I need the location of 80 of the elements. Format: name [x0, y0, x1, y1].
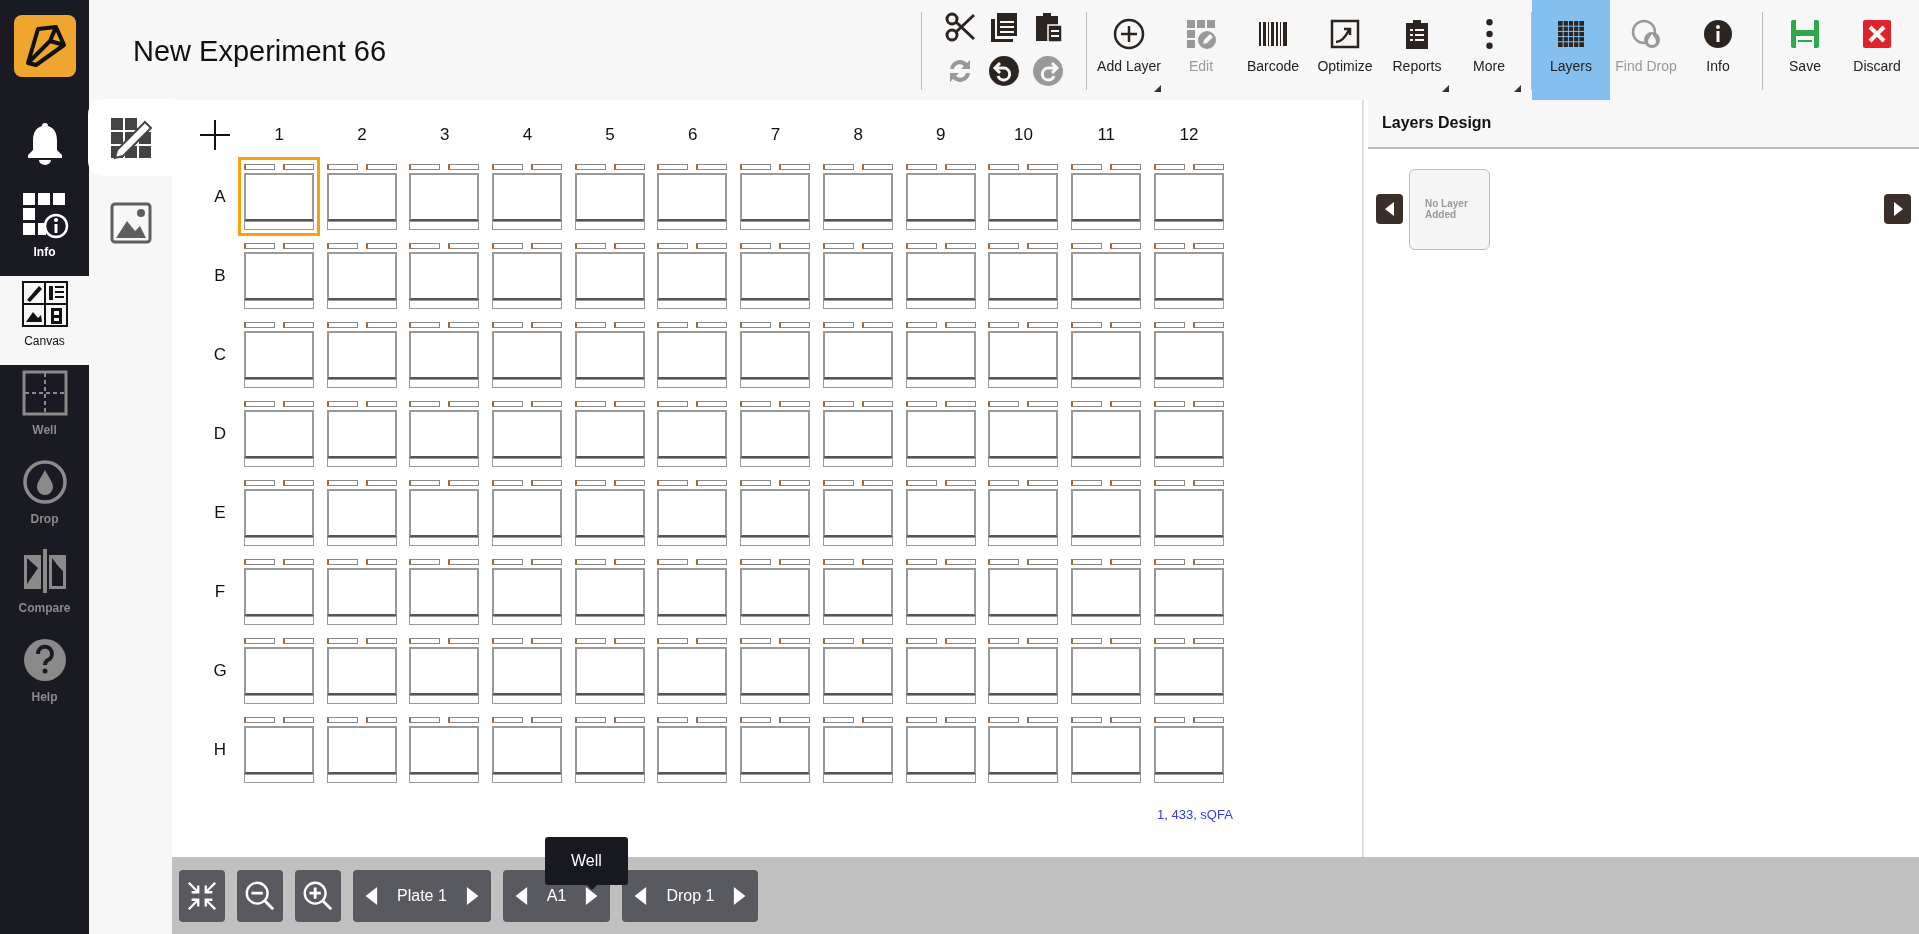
- row-label: D: [212, 422, 228, 445]
- zoom-in-button[interactable]: [295, 869, 341, 922]
- column-label: 6: [687, 123, 699, 146]
- right-triangle-icon: [584, 886, 599, 905]
- next-button[interactable]: [732, 886, 747, 905]
- reports-button[interactable]: Reports: [1381, 0, 1453, 100]
- next-button[interactable]: [1884, 194, 1911, 224]
- scissors-icon: [944, 11, 976, 43]
- grid-pencil-icon: [1185, 18, 1217, 50]
- grid-pencil-icon: [108, 115, 153, 160]
- previous-button[interactable]: [1376, 194, 1403, 224]
- grid-info-icon: [20, 191, 69, 239]
- navigator-label: Drop 1: [666, 886, 715, 905]
- next-button[interactable]: [584, 886, 599, 905]
- navigator-label: A1: [546, 886, 567, 905]
- row-label: B: [213, 264, 227, 287]
- previous-button[interactable]: [365, 886, 379, 905]
- row-label: C: [212, 343, 228, 366]
- left-triangle-icon: [514, 886, 529, 905]
- discard-button[interactable]: Discard: [1841, 0, 1913, 100]
- tooltip-pointer-icon: [585, 883, 599, 890]
- empty-layer-card: No Layer Added: [1409, 168, 1490, 250]
- panel-title: Layers Design: [1368, 100, 1919, 149]
- close-icon: [1861, 18, 1893, 50]
- drop-icon: [20, 458, 69, 506]
- magnifier-drop-icon: [1630, 18, 1662, 50]
- previous-button[interactable]: [634, 886, 649, 905]
- vertical-dots-icon: [1484, 18, 1494, 50]
- right-triangle-icon: [1892, 202, 1903, 216]
- column-label: 1: [273, 123, 286, 146]
- left-triangle-icon: [365, 886, 379, 905]
- undo-icon: [988, 55, 1020, 87]
- column-label: 3: [439, 123, 451, 146]
- image-icon: [108, 200, 153, 245]
- column-label: 4: [521, 123, 534, 146]
- plus-icon: [200, 119, 230, 150]
- row-label: G: [212, 659, 228, 682]
- tooltip: Well: [545, 837, 628, 885]
- left-triangle-icon: [1384, 202, 1395, 216]
- row-label: F: [213, 580, 227, 603]
- right-triangle-icon: [464, 886, 479, 905]
- more-button[interactable]: More: [1453, 0, 1525, 100]
- fit-to-screen-button[interactable]: [179, 869, 225, 922]
- right-triangle-icon: [732, 886, 747, 905]
- layers-button[interactable]: Layers: [1532, 0, 1610, 100]
- barcode-button[interactable]: Barcode: [1237, 0, 1309, 100]
- info-icon: [1702, 18, 1734, 50]
- column-label: 8: [852, 123, 864, 146]
- sidebar-nav-item[interactable]: Info: [0, 187, 89, 276]
- column-label: 11: [1096, 123, 1117, 146]
- row-label: A: [213, 185, 227, 208]
- save-button[interactable]: Save: [1769, 0, 1841, 100]
- column-label: 10: [1013, 123, 1034, 146]
- column-label: 7: [769, 123, 782, 146]
- column-label: 5: [604, 123, 616, 146]
- redo-icon: [1032, 55, 1064, 87]
- plate-well[interactable]: [238, 157, 320, 236]
- experiment-title: New Experiment 66: [133, 35, 388, 69]
- row-label: E: [213, 501, 227, 524]
- canvas-tab[interactable]: [89, 100, 172, 175]
- copy-icon: [988, 11, 1020, 43]
- app-logo-icon: [13, 15, 76, 77]
- column-label: 9: [935, 123, 947, 146]
- next-button[interactable]: [464, 886, 479, 905]
- optimize-button[interactable]: Optimize: [1309, 0, 1381, 100]
- sidebar-nav-item[interactable]: Canvas: [0, 276, 89, 365]
- row-label: H: [212, 738, 228, 761]
- grid-icon: [1555, 18, 1587, 50]
- column-label: 2: [356, 123, 368, 146]
- well-grid-icon: [20, 369, 69, 417]
- left-triangle-icon: [634, 886, 649, 905]
- add-layer-button[interactable]: Add Layer: [1093, 0, 1165, 100]
- canvas-icon: [20, 280, 69, 328]
- previous-button[interactable]: [514, 886, 529, 905]
- info-button[interactable]: Info: [1682, 0, 1754, 100]
- zoom-out-button[interactable]: [237, 869, 283, 922]
- plate-info-text: 1, 433, sQFA: [1157, 807, 1233, 822]
- column-label: 12: [1178, 123, 1200, 146]
- navigator-label: Plate 1: [397, 886, 447, 905]
- plus-circle-icon: [1113, 18, 1145, 50]
